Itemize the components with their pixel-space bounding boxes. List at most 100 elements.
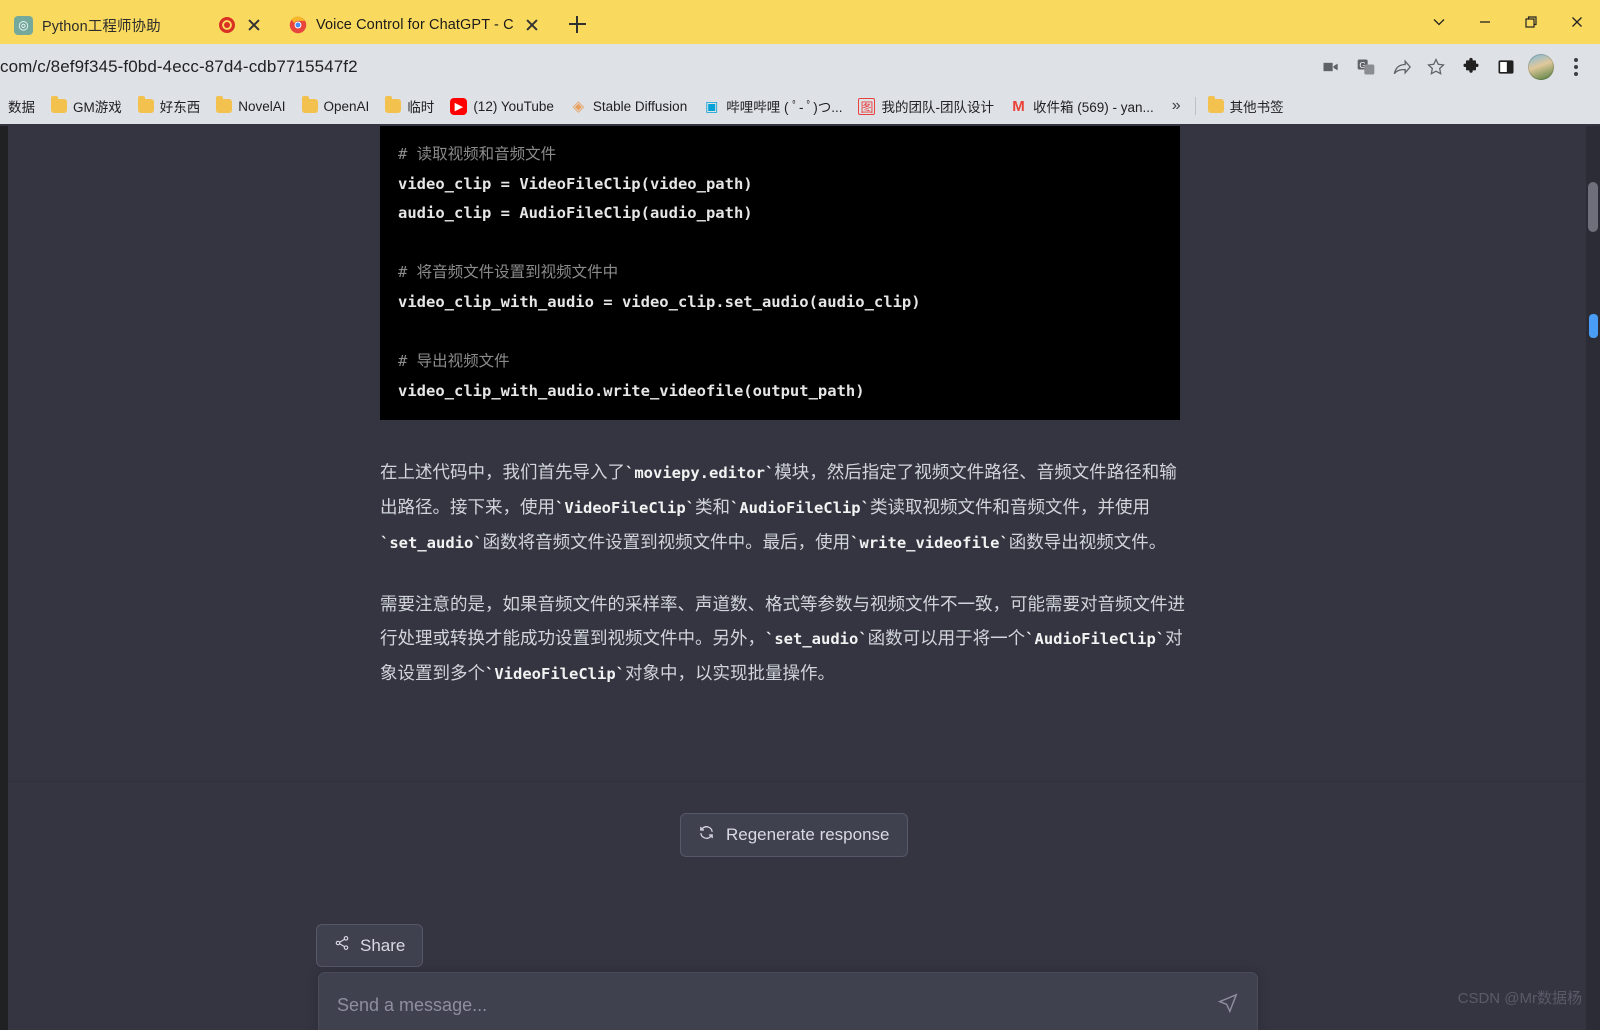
text-run: 函数导出视频文件。 bbox=[1008, 531, 1167, 552]
folder-icon bbox=[1207, 96, 1224, 113]
other-bookmarks-button[interactable]: 其他书签 bbox=[1200, 93, 1292, 119]
paragraph: 在上述代码中，我们首先导入了`moviepy.editor`模块，然后指定了视频… bbox=[380, 456, 1188, 560]
address-bar: com/c/8ef9f345-f0bd-4ecc-87d4-cdb7715547… bbox=[0, 44, 1600, 90]
bookmark-label: OpenAI bbox=[323, 98, 370, 114]
bookmark-item[interactable]: 好东西 bbox=[130, 93, 209, 119]
watermark: CSDN @Mr数据杨 bbox=[1457, 990, 1582, 1007]
folder-icon bbox=[51, 96, 67, 113]
inline-code: `moviepy.editor` bbox=[625, 464, 775, 482]
bookmark-item[interactable]: ◈ Stable Diffusion bbox=[562, 95, 695, 118]
code-block: # 读取视频和音频文件 video_clip = VideoFileClip(v… bbox=[380, 126, 1180, 420]
share-label: Share bbox=[360, 935, 406, 955]
bookmark-label: 好东西 bbox=[159, 100, 201, 115]
extensions-puzzle-icon[interactable] bbox=[1455, 51, 1487, 83]
inline-code: `VideoFileClip` bbox=[485, 664, 625, 683]
send-paper-plane-icon[interactable] bbox=[1217, 992, 1239, 1019]
chevron-down-icon[interactable] bbox=[1416, 0, 1462, 44]
scrollbar-thumb[interactable] bbox=[1588, 182, 1598, 232]
folder-icon bbox=[301, 96, 318, 113]
refresh-icon bbox=[698, 824, 715, 846]
stable-diffusion-icon: ◈ bbox=[572, 98, 585, 115]
folder-icon bbox=[137, 96, 154, 113]
video-camera-icon[interactable] bbox=[1315, 51, 1347, 83]
bookmark-label: 其他书签 bbox=[1229, 100, 1284, 115]
translate-icon[interactable]: G bbox=[1350, 51, 1382, 83]
code-line: # 将音频文件设置到视频文件中 bbox=[398, 263, 619, 282]
close-icon[interactable] bbox=[1554, 0, 1600, 44]
openai-icon: ◎ bbox=[14, 15, 33, 35]
bookmark-label: 临时 bbox=[407, 100, 435, 115]
text-run: 类读取视频文件和音频文件，并使用 bbox=[869, 496, 1150, 517]
inline-code: `write_videofile` bbox=[850, 533, 1009, 552]
gmail-icon: M bbox=[1012, 97, 1025, 115]
browser-tab-voice-control[interactable]: Voice Control for ChatGPT - Ch bbox=[274, 6, 552, 44]
bookmark-label: 收件箱 (569) - yan... bbox=[1032, 100, 1154, 115]
restore-icon[interactable] bbox=[1508, 0, 1554, 44]
inline-code: `VideoFileClip` bbox=[555, 498, 695, 517]
text-run: 函数可以用于将一个 bbox=[867, 628, 1026, 649]
recording-indicator-icon bbox=[219, 17, 235, 33]
scrollbar-find-marker bbox=[1589, 314, 1598, 338]
vertical-scrollbar[interactable] bbox=[1586, 126, 1600, 1030]
bilibili-icon: ▣ bbox=[705, 97, 719, 114]
bookmark-item[interactable]: OpenAI bbox=[294, 96, 378, 117]
text-run: 在上述代码中，我们首先导入了 bbox=[380, 462, 625, 482]
url-input[interactable]: com/c/8ef9f345-f0bd-4ecc-87d4-cdb7715547… bbox=[0, 57, 1315, 77]
share-icon[interactable] bbox=[1385, 51, 1417, 83]
inline-code: `set_audio` bbox=[765, 630, 868, 649]
bookmark-label: 我的团队-团队设计 bbox=[881, 100, 994, 115]
regenerate-response-button[interactable]: Regenerate response bbox=[680, 813, 908, 857]
bookmarks-bar: 数据 GM游戏 好东西 NovelAI OpenAI 临时 ▶ (12) You… bbox=[0, 90, 1600, 124]
tab-title: Voice Control for ChatGPT - Ch bbox=[316, 17, 513, 33]
close-icon[interactable] bbox=[244, 15, 264, 35]
gaoding-icon: 图 bbox=[858, 97, 876, 115]
folder-icon bbox=[216, 96, 233, 113]
share-button[interactable]: Share bbox=[316, 924, 424, 967]
youtube-icon: ▶ bbox=[450, 97, 468, 115]
bookmark-item[interactable]: 数据 bbox=[0, 93, 43, 119]
minimize-icon[interactable] bbox=[1462, 0, 1508, 44]
code-line: # 读取视频和音频文件 bbox=[398, 145, 557, 163]
bookmark-item[interactable]: M 收件箱 (569) - yan... bbox=[1002, 93, 1162, 119]
text-run: 对象中，以实现批量操作。 bbox=[624, 662, 835, 683]
sidebar-edge bbox=[0, 126, 8, 1030]
bookmark-item[interactable]: ▣ 哔哩哔哩 ( ﾟ- ﾟ)つ... bbox=[695, 93, 850, 119]
bookmark-label: 哔哩哔哩 ( ﾟ- ﾟ)つ... bbox=[726, 100, 843, 115]
tab-title: Python工程师协助 bbox=[42, 18, 161, 35]
chrome-icon bbox=[288, 16, 307, 35]
close-icon[interactable] bbox=[522, 15, 542, 35]
bookmark-label: GM游戏 bbox=[73, 100, 122, 115]
side-panel-icon[interactable] bbox=[1490, 51, 1522, 83]
bookmark-item[interactable]: 图 我的团队-团队设计 bbox=[850, 93, 1002, 119]
profile-avatar[interactable] bbox=[1525, 51, 1557, 83]
bookmarks-overflow-button[interactable]: » bbox=[1162, 97, 1191, 115]
share-nodes-icon bbox=[334, 935, 350, 956]
new-tab-button[interactable] bbox=[560, 7, 594, 41]
chatgpt-page: # 读取视频和音频文件 video_clip = VideoFileClip(v… bbox=[0, 126, 1600, 1030]
omnibox-actions: G bbox=[1315, 51, 1592, 83]
regenerate-response-label: Regenerate response bbox=[726, 825, 890, 844]
inline-code: `set_audio` bbox=[380, 533, 483, 552]
chrome-menu-icon[interactable] bbox=[1560, 51, 1592, 83]
bookmark-label: Stable Diffusion bbox=[592, 98, 688, 114]
assistant-message-text: 在上述代码中，我们首先导入了`moviepy.editor`模块，然后指定了视频… bbox=[380, 456, 1188, 720]
inline-code: `AudioFileClip` bbox=[1025, 630, 1166, 649]
code-line: video_clip = VideoFileClip(video_path) bbox=[398, 174, 753, 193]
browser-tab-python[interactable]: ◎ Python工程师协助 bbox=[0, 6, 274, 44]
bookmark-item[interactable]: NovelAI bbox=[208, 96, 293, 117]
code-line: audio_clip = AudioFileClip(audio_path) bbox=[398, 204, 753, 223]
bookmark-item[interactable]: GM游戏 bbox=[43, 93, 130, 119]
bookmark-item[interactable]: ▶ (12) YouTube bbox=[442, 95, 562, 118]
bookmark-label: 数据 bbox=[8, 100, 35, 115]
bookmark-star-icon[interactable] bbox=[1420, 51, 1452, 83]
message-input[interactable]: Send a message... bbox=[318, 972, 1258, 1030]
scroll-fade bbox=[8, 768, 1586, 782]
bookmark-item[interactable]: 临时 bbox=[377, 93, 442, 119]
divider bbox=[1194, 97, 1196, 115]
tab-strip: ◎ Python工程师协助 Voice Control for ChatGPT … bbox=[0, 0, 1600, 44]
code-line: video_clip_with_audio = video_clip.set_a… bbox=[398, 292, 921, 311]
conversation-scroll-area[interactable]: # 读取视频和音频文件 video_clip = VideoFileClip(v… bbox=[8, 126, 1586, 781]
paragraph: 需要注意的是，如果音频文件的采样率、声道数、格式等参数与视频文件不一致，可能需要… bbox=[380, 588, 1188, 691]
